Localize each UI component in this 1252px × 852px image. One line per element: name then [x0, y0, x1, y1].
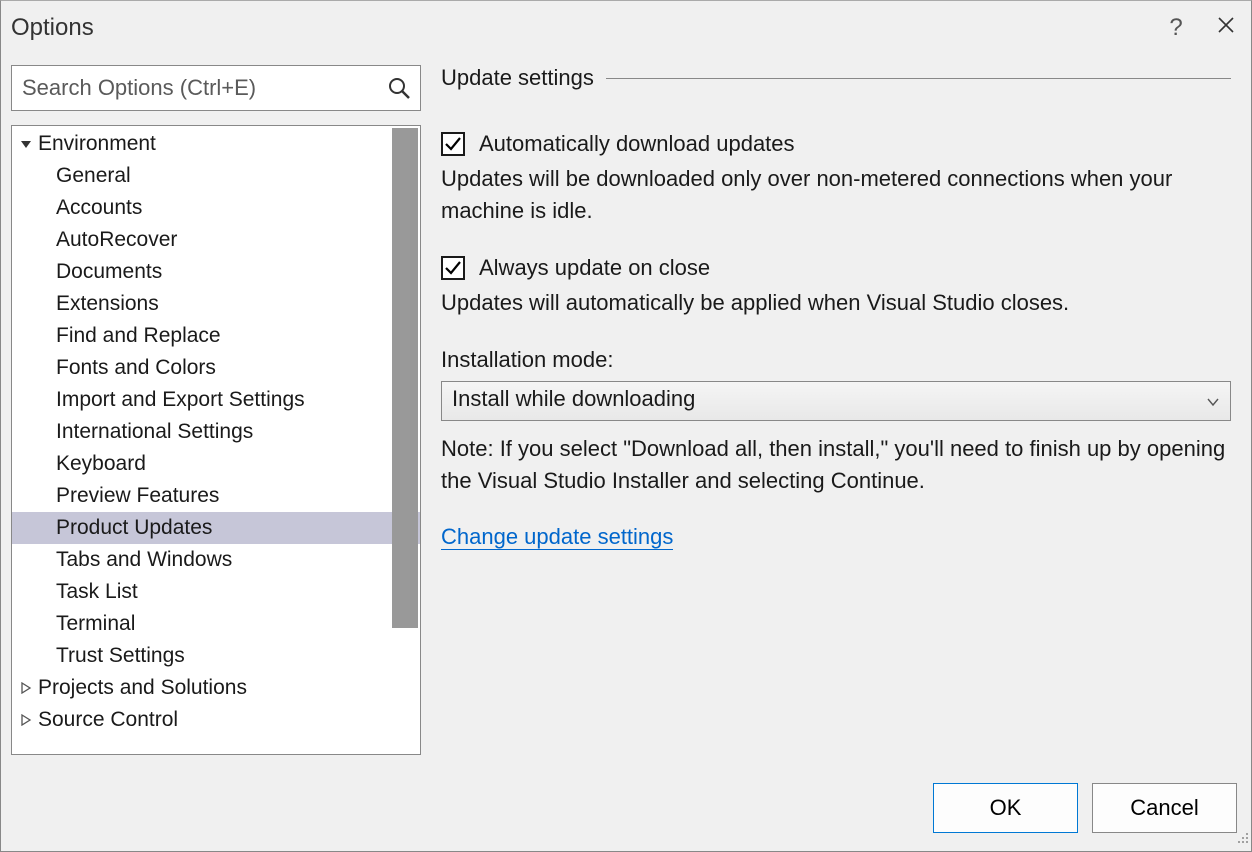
change-update-settings-link[interactable]: Change update settings: [441, 524, 673, 550]
tree-item-accounts[interactable]: Accounts: [12, 192, 420, 224]
search-input[interactable]: [11, 65, 421, 111]
update-on-close-label: Always update on close: [479, 255, 710, 281]
tree-item-general[interactable]: General: [12, 160, 420, 192]
auto-download-checkbox[interactable]: [441, 132, 465, 156]
dialog-footer: OK Cancel: [933, 783, 1237, 833]
section-title: Update settings: [441, 65, 594, 91]
tree-item-preview-features[interactable]: Preview Features: [12, 480, 420, 512]
settings-panel: Update settings Automatically download u…: [441, 65, 1241, 755]
tree-node-label: Source Control: [38, 708, 178, 732]
install-mode-label: Installation mode:: [441, 347, 1231, 373]
tree-item-fonts-and-colors[interactable]: Fonts and Colors: [12, 352, 420, 384]
scrollbar-thumb[interactable]: [392, 128, 418, 628]
divider: [606, 78, 1231, 79]
chevron-right-icon: [18, 682, 34, 694]
tree-item-task-list[interactable]: Task List: [12, 576, 420, 608]
tree-item-trust-settings[interactable]: Trust Settings: [12, 640, 420, 672]
tree-item-import-and-export[interactable]: Import and Export Settings: [12, 384, 420, 416]
close-button[interactable]: [1201, 3, 1251, 53]
titlebar: Options ?: [1, 1, 1251, 55]
tree-item-product-updates[interactable]: Product Updates: [12, 512, 420, 544]
ok-button[interactable]: OK: [933, 783, 1078, 833]
install-mode-select[interactable]: Install while downloading: [441, 381, 1231, 421]
help-button[interactable]: ?: [1151, 3, 1201, 53]
resize-grip-icon[interactable]: [1235, 830, 1249, 849]
auto-download-label: Automatically download updates: [479, 131, 795, 157]
update-on-close-desc: Updates will automatically be applied wh…: [441, 287, 1231, 319]
chevron-down-icon: [18, 138, 34, 150]
install-mode-value: Install while downloading: [452, 386, 695, 411]
tree-item-documents[interactable]: Documents: [12, 256, 420, 288]
help-icon: ?: [1169, 14, 1182, 42]
cancel-button[interactable]: Cancel: [1092, 783, 1237, 833]
tree-item-find-and-replace[interactable]: Find and Replace: [12, 320, 420, 352]
tree-node-label: Environment: [38, 132, 156, 156]
tree-node-source-control[interactable]: Source Control: [12, 704, 420, 736]
tree-item-keyboard[interactable]: Keyboard: [12, 448, 420, 480]
search-icon: [387, 76, 411, 100]
tree-node-label: Projects and Solutions: [38, 676, 247, 700]
chevron-right-icon: [18, 714, 34, 726]
tree-node-projects[interactable]: Projects and Solutions: [12, 672, 420, 704]
tree-node-environment[interactable]: Environment: [12, 128, 420, 160]
tree-item-terminal[interactable]: Terminal: [12, 608, 420, 640]
update-on-close-checkbox[interactable]: [441, 256, 465, 280]
checkmark-icon: [444, 135, 462, 153]
close-icon: [1216, 15, 1236, 41]
left-panel: Environment General Accounts AutoRecover…: [11, 65, 421, 755]
tree-item-international[interactable]: International Settings: [12, 416, 420, 448]
options-tree[interactable]: Environment General Accounts AutoRecover…: [11, 125, 421, 755]
auto-download-desc: Updates will be downloaded only over non…: [441, 163, 1231, 227]
checkmark-icon: [444, 259, 462, 277]
tree-item-extensions[interactable]: Extensions: [12, 288, 420, 320]
tree-item-tabs-and-windows[interactable]: Tabs and Windows: [12, 544, 420, 576]
install-mode-note: Note: If you select "Download all, then …: [441, 433, 1231, 497]
tree-item-autorecover[interactable]: AutoRecover: [12, 224, 420, 256]
section-header: Update settings: [441, 65, 1231, 91]
dialog-title: Options: [11, 14, 1151, 42]
options-dialog: Options ?: [0, 0, 1252, 852]
